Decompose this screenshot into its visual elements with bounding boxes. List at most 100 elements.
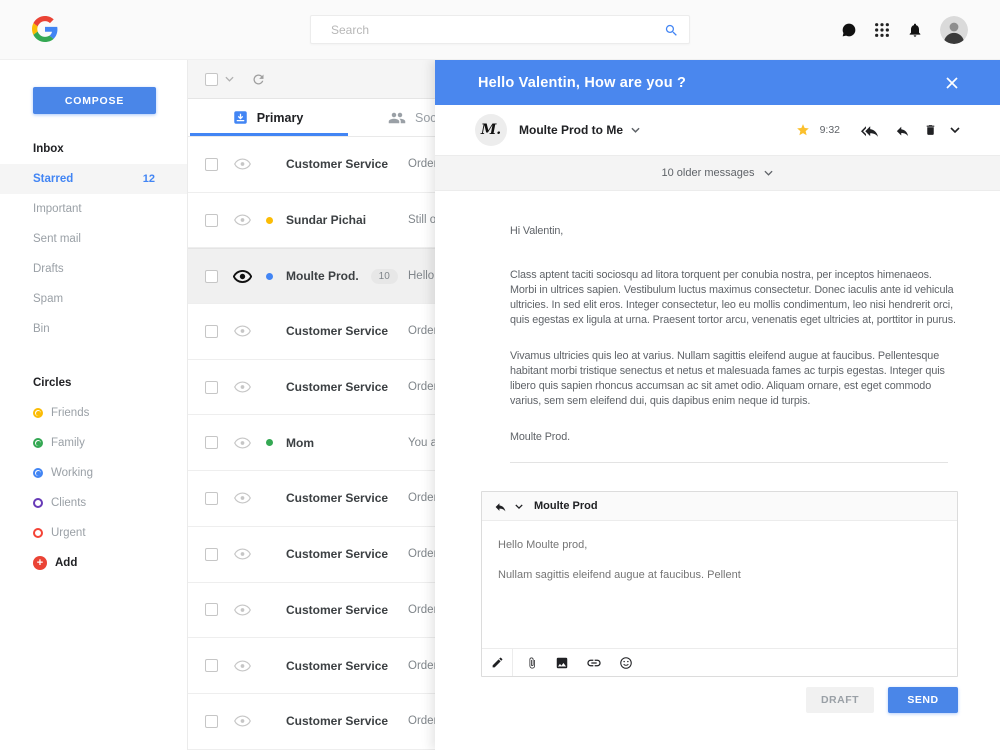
unread-dot	[266, 384, 273, 391]
row-sender: Customer Service	[286, 603, 388, 617]
message-from: Moulte Prod to Me	[519, 123, 623, 137]
sidebar-item-inbox[interactable]: Inbox	[0, 134, 187, 164]
circle-label: Clients	[51, 497, 86, 509]
sidebar-item-spam[interactable]: Spam	[0, 284, 187, 314]
eye-icon[interactable]	[233, 437, 252, 449]
star-icon[interactable]	[796, 123, 810, 137]
active-tab-underline	[190, 133, 348, 136]
insert-image-icon[interactable]	[555, 656, 569, 670]
row-sender: Moulte Prod.	[286, 269, 359, 283]
eye-icon[interactable]	[233, 381, 252, 393]
tab-primary-label: Primary	[257, 111, 304, 125]
row-checkbox[interactable]	[205, 214, 218, 227]
google-logo-icon[interactable]	[32, 16, 58, 42]
search-input[interactable]	[311, 16, 689, 43]
insert-link-icon[interactable]	[586, 655, 602, 671]
row-checkbox[interactable]	[205, 381, 218, 394]
eye-icon[interactable]	[233, 604, 252, 616]
row-checkbox[interactable]	[205, 715, 218, 728]
unread-dot	[266, 718, 273, 725]
unread-dot	[266, 328, 273, 335]
send-button[interactable]: SEND	[888, 687, 958, 713]
draft-button[interactable]: DRAFT	[806, 687, 874, 713]
message-header: M. Moulte Prod to Me 9:32	[435, 105, 1000, 155]
circles-title: Circles	[0, 368, 187, 398]
row-snippet: Order	[408, 158, 437, 170]
add-circle-icon: +	[33, 556, 47, 570]
row-checkbox[interactable]	[205, 436, 218, 449]
eye-icon[interactable]	[233, 660, 252, 672]
from-details-chevron-icon[interactable]	[631, 127, 640, 133]
sidebar-item-label: Sent mail	[33, 233, 81, 245]
row-checkbox[interactable]	[205, 603, 218, 616]
emoji-icon[interactable]	[619, 656, 633, 670]
attach-file-icon[interactable]	[526, 656, 538, 670]
reply-icon[interactable]	[895, 124, 910, 137]
row-checkbox[interactable]	[205, 659, 218, 672]
circle-ring-icon	[33, 528, 43, 538]
reply-type-chevron-icon[interactable]	[515, 504, 523, 509]
row-checkbox[interactable]	[205, 548, 218, 561]
reply-format-icons	[513, 649, 633, 676]
notifications-bell-icon[interactable]	[907, 22, 923, 38]
edit-pen-icon[interactable]	[482, 649, 513, 676]
reply-all-icon[interactable]	[861, 124, 878, 137]
circle-item-friends[interactable]: Friends	[0, 398, 187, 428]
topbar-actions	[841, 0, 968, 60]
sidebar-item-sent-mail[interactable]: Sent mail	[0, 224, 187, 254]
unread-dot	[266, 439, 273, 446]
circle-label: Friends	[51, 407, 89, 419]
circle-item-urgent[interactable]: Urgent	[0, 518, 187, 548]
sidebar-item-important[interactable]: Important	[0, 194, 187, 224]
row-checkbox[interactable]	[205, 158, 218, 171]
reply-arrow-icon[interactable]	[494, 501, 507, 512]
eye-icon[interactable]	[233, 325, 252, 337]
sidebar-nav: InboxStarred12Important Sent mail DraftsSp…	[0, 134, 187, 344]
row-sender: Customer Service	[286, 714, 388, 728]
message-greeting: Hi Valentin,	[510, 224, 960, 239]
eye-icon[interactable]	[233, 715, 252, 727]
sidebar-item-drafts[interactable]: Drafts	[0, 254, 187, 284]
row-checkbox[interactable]	[205, 325, 218, 338]
select-all-checkbox[interactable]	[205, 73, 218, 86]
sender-avatar[interactable]: M.	[475, 114, 507, 146]
older-messages-chevron-icon	[764, 170, 773, 176]
search-box	[310, 15, 690, 44]
apps-grid-icon[interactable]	[874, 22, 890, 38]
eye-icon[interactable]	[233, 492, 252, 504]
chat-bubble-icon[interactable]	[841, 22, 857, 38]
circle-item-family[interactable]: Family	[0, 428, 187, 458]
sidebar-item-label: Bin	[33, 323, 50, 335]
row-sender: Mom	[286, 436, 314, 450]
sidebar-item-bin[interactable]: Bin	[0, 314, 187, 344]
select-dropdown-chevron-icon[interactable]	[225, 76, 234, 82]
search-icon[interactable]	[664, 23, 679, 38]
conversation-title: Hello Valentin, How are you ?	[478, 75, 946, 91]
message-actions: 9:32	[796, 123, 960, 137]
row-checkbox[interactable]	[205, 492, 218, 505]
circle-item-add[interactable]: +Add	[0, 548, 187, 578]
row-sender: Sundar Pichai	[286, 213, 366, 227]
sidebar-item-starred[interactable]: Starred12	[0, 164, 187, 194]
tab-primary[interactable]: Primary	[188, 99, 348, 136]
circle-item-working[interactable]: Working	[0, 458, 187, 488]
eye-icon[interactable]	[233, 158, 252, 170]
circle-item-clients[interactable]: Clients	[0, 488, 187, 518]
eye-icon[interactable]	[233, 214, 252, 226]
account-avatar[interactable]	[940, 16, 968, 44]
inbox-tab-icon	[233, 110, 248, 125]
reply-body-editor[interactable]: Hello Moulte prod, Nullam sagittis eleif…	[482, 521, 957, 648]
unread-dot	[266, 217, 273, 224]
eye-icon[interactable]	[233, 548, 252, 560]
row-sender: Customer Service	[286, 324, 388, 338]
older-messages-bar[interactable]: 10 older messages	[435, 155, 1000, 191]
reply-text-line: Hello Moulte prod,	[498, 539, 941, 551]
row-snippet: Order	[408, 548, 437, 560]
eye-open-icon[interactable]	[233, 270, 252, 283]
close-icon[interactable]	[946, 77, 958, 89]
delete-icon[interactable]	[924, 123, 937, 137]
row-checkbox[interactable]	[205, 270, 218, 283]
compose-button[interactable]: COMPOSE	[33, 87, 156, 114]
more-chevron-icon[interactable]	[950, 127, 960, 133]
refresh-icon[interactable]	[251, 72, 266, 87]
